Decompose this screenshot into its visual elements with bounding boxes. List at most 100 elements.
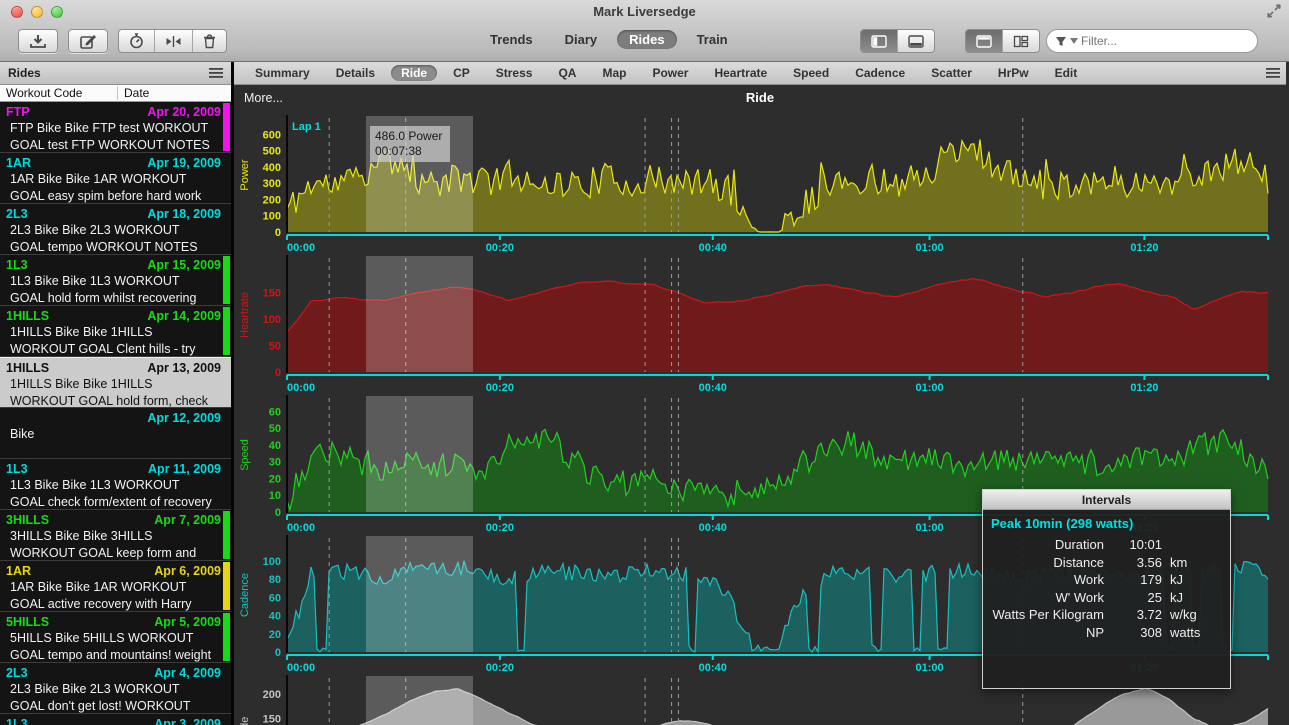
y-tick-label: 500: [263, 146, 281, 158]
chart-tab-stress[interactable]: Stress: [486, 65, 543, 81]
tab-train[interactable]: Train: [685, 30, 740, 49]
x-tick-label: 00:40: [699, 382, 727, 392]
chart-header-bar: More... Ride: [234, 85, 1286, 112]
y-tick-label: 60: [269, 592, 281, 604]
y-tick-label: 300: [263, 178, 281, 190]
delete-ride-button[interactable]: [193, 30, 226, 52]
ride-color-bar: [223, 256, 230, 304]
interval-name[interactable]: Peak 10min (298 watts): [991, 516, 1222, 531]
y-tick-label: 150: [263, 287, 281, 299]
filter-dropdown-icon[interactable]: [1070, 38, 1078, 44]
x-tick-label: 00:20: [486, 662, 514, 672]
ride-description: GOAL tempo WORKOUT NOTES: [6, 239, 221, 256]
ride-list-item[interactable]: 1L3Apr 15, 20091L3 Bike Bike 1L3 WORKOUT…: [0, 255, 231, 306]
filter-field[interactable]: [1046, 29, 1258, 53]
ride-list-item[interactable]: 1HILLSApr 14, 20091HILLS Bike Bike 1HILL…: [0, 306, 231, 357]
tiled-view-button[interactable]: [1003, 30, 1039, 52]
stat-unit: [1170, 536, 1222, 554]
ride-color-bar: [223, 562, 230, 610]
workout-code: 1HILLS: [6, 360, 49, 376]
x-tick-label: 01:00: [915, 382, 943, 392]
split-ride-button[interactable]: [155, 30, 193, 52]
chart-tab-summary[interactable]: Summary: [245, 65, 320, 81]
column-workout-code[interactable]: Workout Code: [0, 86, 118, 100]
tab-rides[interactable]: Rides: [617, 30, 676, 49]
tiled-view-icon: [1013, 35, 1029, 48]
stat-label: Watts Per Kilogram: [991, 606, 1104, 624]
stat-unit: w/kg: [1170, 606, 1222, 624]
x-tick-label: 00:40: [699, 662, 727, 672]
interval-selection-region[interactable]: [366, 676, 473, 725]
interval-selection-region[interactable]: [366, 256, 473, 372]
ride-list-item[interactable]: 1ARApr 19, 20091AR Bike Bike 1AR WORKOUT…: [0, 153, 231, 204]
list-column-header[interactable]: Workout Code Date: [0, 85, 231, 102]
ride-description: Bike: [6, 426, 221, 443]
chart-tab-power[interactable]: Power: [642, 65, 698, 81]
ride-list-item[interactable]: 1L3Apr 11, 20091L3 Bike Bike 1L3 WORKOUT…: [0, 459, 231, 510]
toggle-intervals-button[interactable]: [119, 30, 155, 52]
chart-tab-details[interactable]: Details: [326, 65, 385, 81]
ride-list-item[interactable]: 5HILLSApr 5, 20095HILLS Bike 5HILLS WORK…: [0, 612, 231, 663]
ride-list-item[interactable]: 2L3Apr 18, 20092L3 Bike Bike 2L3 WORKOUT…: [0, 204, 231, 255]
compose-icon: [80, 34, 97, 49]
chart-tab-heartrate[interactable]: Heartrate: [704, 65, 777, 81]
window-title: Mark Liversedge: [0, 4, 1289, 19]
chart-tab-qa[interactable]: QA: [548, 65, 586, 81]
import-ride-button[interactable]: [18, 29, 58, 53]
chart-tab-bar: Summary Details Ride CP Stress QA Map Power Hear…: [234, 62, 1286, 85]
chart-tab-map[interactable]: Map: [592, 65, 636, 81]
ride-date: Apr 5, 2009: [154, 614, 221, 630]
toolbar: Trends Diary Rides Train: [0, 24, 1289, 62]
chart-heartrate[interactable]: 050100150Heartrate00:0000:2000:4001:0001…: [234, 252, 1286, 392]
ride-date: Apr 12, 2009: [147, 410, 221, 426]
x-tick-label: 01:00: [915, 662, 943, 672]
ride-list-item[interactable]: 2L3Apr 4, 20092L3 Bike Bike 2L3 WORKOUTG…: [0, 663, 231, 714]
ride-list-item[interactable]: 1L3Apr 3, 2009: [0, 714, 231, 725]
ride-list-item[interactable]: 1HILLSApr 13, 20091HILLS Bike Bike 1HILL…: [0, 357, 231, 408]
ride-list-item[interactable]: FTPApr 20, 2009FTP Bike Bike FTP test WO…: [0, 102, 231, 153]
chart-tooltip: 486.0 Power00:07:38: [370, 126, 450, 162]
chart-tab-edit[interactable]: Edit: [1045, 65, 1088, 81]
single-view-button[interactable]: [966, 30, 1003, 52]
chart-tab-scatter[interactable]: Scatter: [921, 65, 982, 81]
y-tick-label: 200: [263, 689, 281, 701]
manual-entry-button[interactable]: [68, 29, 108, 53]
filter-input[interactable]: [1081, 34, 1249, 48]
title-bar[interactable]: Mark Liversedge: [0, 0, 1289, 24]
ride-color-bar: [223, 511, 230, 559]
sidebar-toggle-button[interactable]: [861, 30, 898, 52]
chart-menu-icon[interactable]: [1266, 68, 1280, 78]
left-panel-icon: [871, 35, 887, 48]
ride-date: Apr 14, 2009: [147, 308, 221, 324]
ride-description: GOAL check form/extent of recovery: [6, 494, 221, 511]
tab-diary[interactable]: Diary: [553, 30, 610, 49]
y-tick-label: 200: [263, 194, 281, 206]
fullscreen-icon[interactable]: [1267, 4, 1281, 23]
ride-description: GOAL test FTP WORKOUT NOTES: [6, 137, 221, 154]
bottom-panel-toggle-button[interactable]: [898, 30, 934, 52]
intervals-popup-header[interactable]: Intervals: [983, 490, 1230, 510]
ride-list-item[interactable]: 3HILLSApr 7, 20093HILLS Bike Bike 3HILLS…: [0, 510, 231, 561]
interval-selection-region[interactable]: [366, 536, 473, 652]
chart-tab-cadence[interactable]: Cadence: [845, 65, 915, 81]
chart-tab-ride[interactable]: Ride: [391, 65, 437, 81]
sidebar-menu-icon[interactable]: [209, 68, 223, 78]
stat-label: Duration: [991, 536, 1104, 554]
bottom-panel-icon: [908, 35, 924, 48]
chart-tab-speed[interactable]: Speed: [783, 65, 839, 81]
ride-date: Apr 13, 2009: [147, 360, 221, 376]
workout-code: 1L3: [6, 461, 28, 477]
chart-tab-hrpw[interactable]: HrPw: [988, 65, 1039, 81]
interval-selection-region[interactable]: [366, 396, 473, 512]
column-date[interactable]: Date: [118, 86, 149, 100]
ride-list-item[interactable]: 1ARApr 6, 20091AR Bike Bike 1AR WORKOUTG…: [0, 561, 231, 612]
ride-date: Apr 4, 2009: [154, 665, 221, 681]
x-tick-label: 00:00: [287, 522, 315, 532]
ride-description: WORKOUT GOAL hold form, check: [6, 393, 221, 410]
chart-power[interactable]: 0100200300400500600Power00:0000:2000:400…: [234, 112, 1286, 252]
ride-list-item[interactable]: Apr 12, 2009Bike: [0, 408, 231, 459]
chart-tab-cp[interactable]: CP: [443, 65, 480, 81]
ride-description: 3HILLS Bike Bike 3HILLS: [6, 528, 221, 545]
y-tick-label: 20: [269, 629, 281, 641]
tab-trends[interactable]: Trends: [478, 30, 545, 49]
